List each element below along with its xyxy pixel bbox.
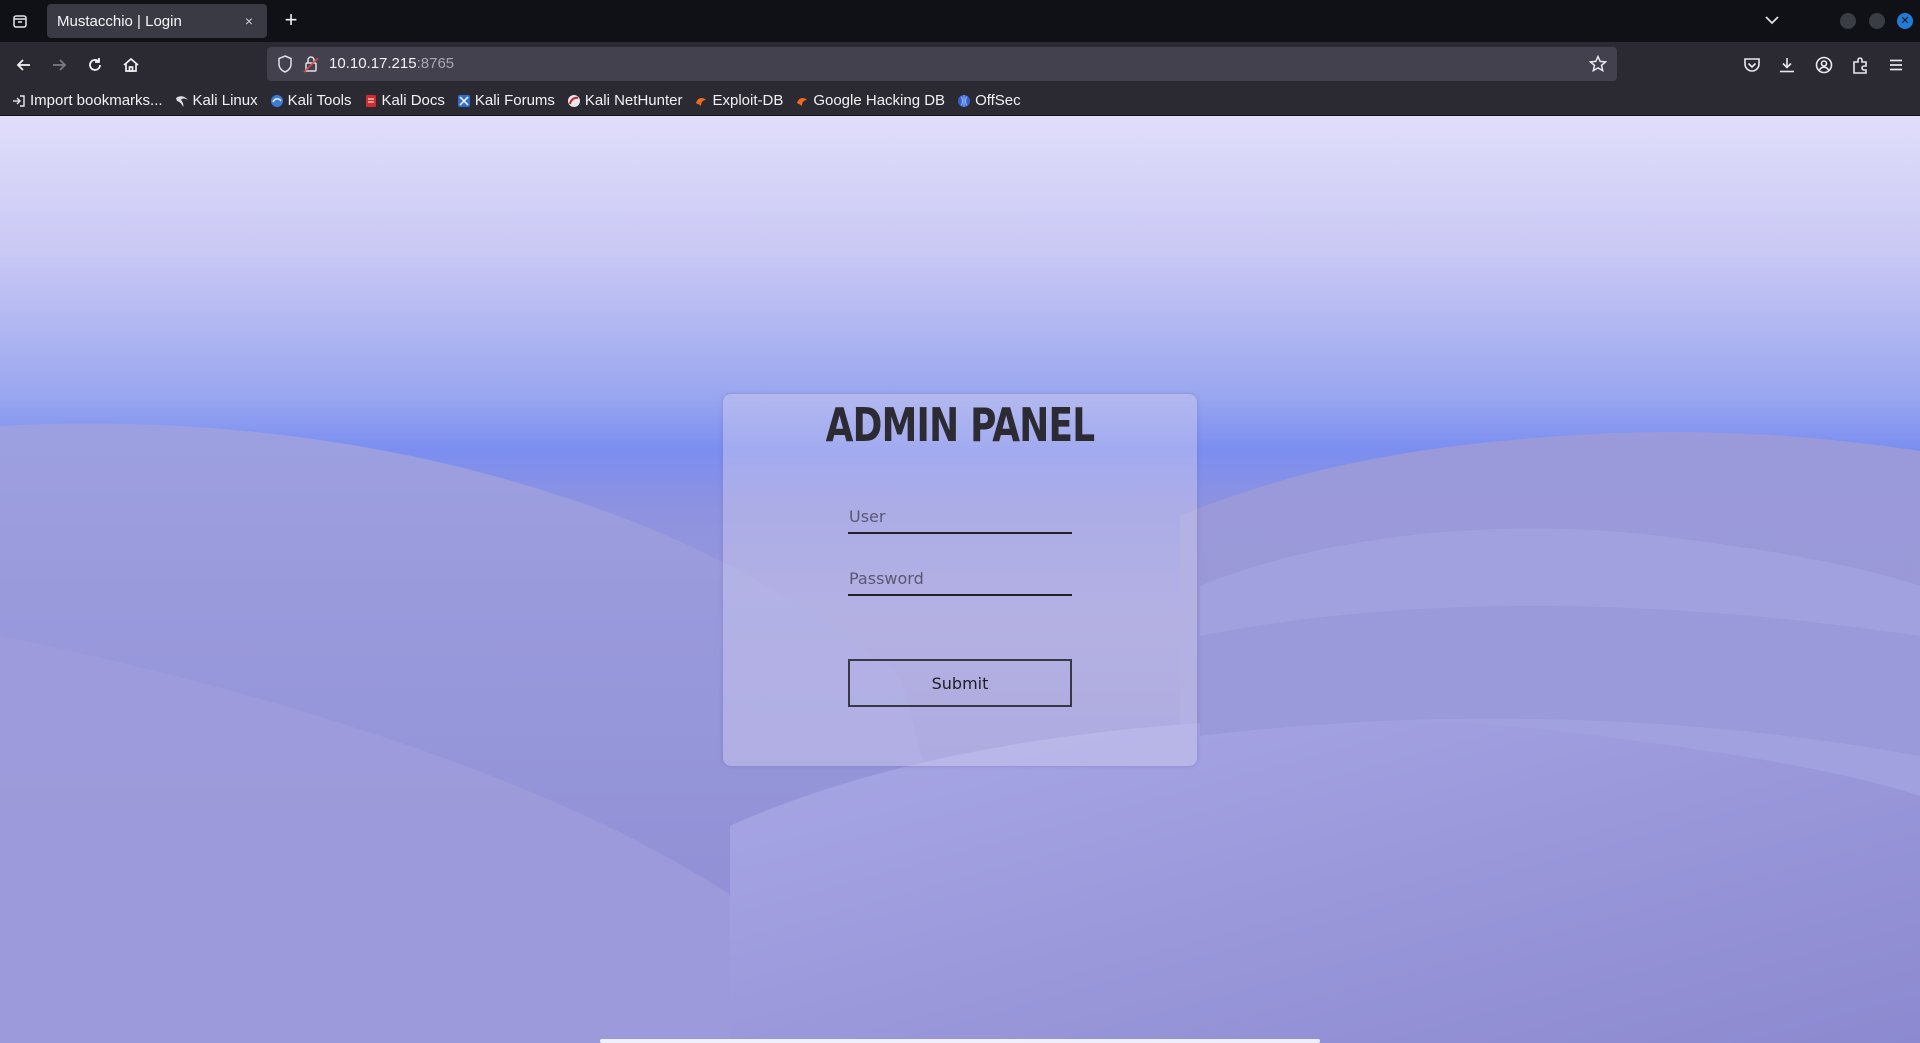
url-host: 10.10.17.215 xyxy=(329,55,417,72)
downloads-icon[interactable] xyxy=(1774,52,1800,78)
submit-button[interactable]: Submit xyxy=(848,659,1072,707)
bookmark-kali-nethunter[interactable]: Kali NetHunter xyxy=(567,92,683,109)
bookmark-google-hacking-db[interactable]: Google Hacking DB xyxy=(795,92,945,109)
reload-icon[interactable] xyxy=(82,52,108,78)
bookmark-kali-docs[interactable]: Kali Docs xyxy=(364,92,445,109)
account-icon[interactable] xyxy=(1811,52,1837,78)
exploitdb-icon xyxy=(694,94,708,108)
bookmark-star-icon[interactable] xyxy=(1588,54,1608,77)
pocket-icon[interactable] xyxy=(1739,52,1765,78)
kali-dragon-icon xyxy=(175,94,189,108)
page-viewport: ADMIN PANEL Submit xyxy=(0,116,1920,1043)
bookmark-kali-tools[interactable]: Kali Tools xyxy=(270,92,352,109)
bookmark-label: OffSec xyxy=(975,92,1021,109)
bookmark-import[interactable]: Import bookmarks... xyxy=(12,92,163,109)
back-arrow-icon[interactable] xyxy=(11,52,37,78)
address-bar[interactable]: 10.10.17.215:8765 xyxy=(267,47,1617,81)
username-field[interactable] xyxy=(848,500,1072,534)
ghdb-icon xyxy=(795,94,809,108)
active-tab[interactable]: Mustacchio | Login × xyxy=(47,4,267,38)
nethunter-icon xyxy=(567,94,581,108)
chevron-down-icon[interactable] xyxy=(1762,10,1782,30)
new-tab-button[interactable]: + xyxy=(278,8,304,34)
bookmark-label: Kali Docs xyxy=(381,92,445,109)
maximize-button[interactable] xyxy=(1869,13,1885,29)
tab-list-icon[interactable] xyxy=(0,0,40,42)
bookmark-label: Google Hacking DB xyxy=(813,92,946,109)
tab-bar: Mustacchio | Login × + ✕ xyxy=(0,0,1920,42)
forward-arrow-icon[interactable] xyxy=(46,52,72,78)
login-panel: ADMIN PANEL Submit xyxy=(723,394,1197,766)
menu-hamburger-icon[interactable] xyxy=(1883,52,1909,78)
insecure-lock-icon[interactable] xyxy=(303,55,319,77)
url-port: :8765 xyxy=(416,55,455,72)
url-text: 10.10.17.215:8765 xyxy=(329,55,454,72)
bookmark-label: Kali NetHunter xyxy=(584,92,683,109)
home-icon[interactable] xyxy=(118,52,144,78)
kali-forums-icon xyxy=(457,94,471,108)
horizontal-scrollbar[interactable] xyxy=(600,1039,1320,1043)
navigation-toolbar: 10.10.17.215:8765 xyxy=(0,42,1920,86)
admin-panel-title: ADMIN PANEL xyxy=(825,398,1096,452)
offsec-icon xyxy=(957,94,971,108)
bookmark-label: Import bookmarks... xyxy=(30,92,163,109)
kali-docs-icon xyxy=(364,94,378,108)
bookmarks-toolbar: Import bookmarks... Kali Linux Kali Tool… xyxy=(0,86,1920,116)
extensions-icon[interactable] xyxy=(1847,52,1873,78)
bookmark-offsec[interactable]: OffSec xyxy=(957,92,1021,109)
bookmark-label: Exploit-DB xyxy=(712,92,784,109)
password-field[interactable] xyxy=(848,562,1072,596)
tab-close-icon[interactable]: × xyxy=(241,13,257,29)
import-icon xyxy=(12,94,26,108)
minimize-button[interactable] xyxy=(1840,13,1856,29)
tab-title: Mustacchio | Login xyxy=(57,12,182,30)
bookmark-exploit-db[interactable]: Exploit-DB xyxy=(694,92,783,109)
kali-tools-icon xyxy=(270,94,284,108)
bookmark-kali-linux[interactable]: Kali Linux xyxy=(175,92,258,109)
bookmark-label: Kali Linux xyxy=(192,92,258,109)
bookmark-label: Kali Forums xyxy=(474,92,555,109)
tracking-shield-icon[interactable] xyxy=(277,55,293,77)
close-window-button[interactable]: ✕ xyxy=(1897,13,1913,29)
bookmark-kali-forums[interactable]: Kali Forums xyxy=(457,92,555,109)
bookmark-label: Kali Tools xyxy=(287,92,352,109)
